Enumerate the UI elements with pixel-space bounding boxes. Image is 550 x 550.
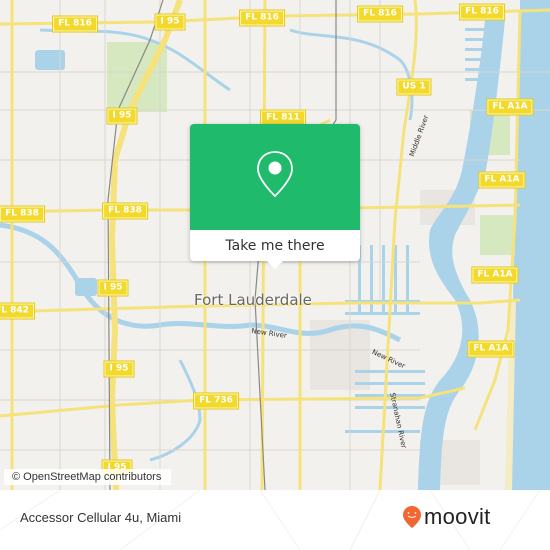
take-me-there-button[interactable]: Take me there <box>190 230 360 261</box>
road-shield: FL A1A <box>472 267 518 283</box>
creek <box>149 359 202 462</box>
road-shield: I 95 <box>104 361 134 377</box>
road-shield: FL 838 <box>0 206 44 222</box>
map-attribution[interactable]: © OpenStreetMap contributors <box>4 469 172 485</box>
road-shield: FL A1A <box>479 172 525 188</box>
road-shield: I 95 <box>107 108 137 124</box>
road-shield: FL A1A <box>468 341 514 357</box>
map[interactable]: FL 816 I 95 FL 816 FL 816 FL 816 I 95 FL… <box>0 0 550 490</box>
road-shield: FL 736 <box>194 393 238 409</box>
road-shield: FL A1A <box>487 99 533 115</box>
road-shield: I 95 <box>98 280 128 296</box>
middle-river <box>289 28 414 121</box>
city-label: Fort Lauderdale <box>194 291 312 309</box>
map-pin-icon <box>257 151 293 198</box>
place-name: Accessor Cellular 4u, Miami <box>20 510 182 525</box>
road-shield: FL 842 <box>0 303 34 319</box>
moovit-pin-icon <box>403 506 421 528</box>
brand-name: moovit <box>424 504 491 529</box>
road-shield: FL 816 <box>358 6 402 22</box>
park <box>480 215 515 255</box>
road-shield: FL 816 <box>240 10 284 26</box>
location-popup: Take me there <box>190 124 360 269</box>
road-shield: FL 816 <box>460 4 504 20</box>
footer: Accessor Cellular 4u, Miami moovit <box>0 490 550 550</box>
moovit-logo[interactable]: moovit <box>402 504 491 530</box>
road-shield: FL 816 <box>53 16 97 32</box>
road-shield: US 1 <box>397 79 431 95</box>
road-shield: FL 838 <box>103 203 147 219</box>
road-shield: I 95 <box>155 14 185 30</box>
popup-pointer <box>266 260 284 269</box>
popup-header <box>190 124 360 230</box>
